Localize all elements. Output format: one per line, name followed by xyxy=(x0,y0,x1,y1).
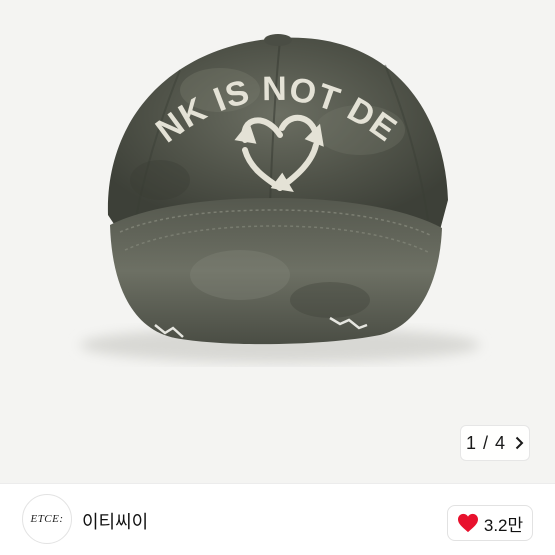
cap-photo: PUNK IS NOT DEAD xyxy=(0,0,480,363)
like-count: 3.2만 xyxy=(483,515,524,535)
image-pager[interactable]: 1 / 4 xyxy=(460,425,530,461)
seller-name[interactable]: 이티씨이 xyxy=(82,508,148,534)
heart-icon xyxy=(457,513,479,533)
seller-avatar[interactable]: ETCE: xyxy=(22,494,72,544)
like-button[interactable]: 3.2만 xyxy=(447,505,533,541)
pager-current: 1 xyxy=(465,432,476,453)
pager-separator: / xyxy=(482,432,488,453)
product-image[interactable]: PUNK IS NOT DEAD 1 / 4 xyxy=(0,0,555,483)
pager-total: 4 xyxy=(495,432,506,453)
chevron-right-icon[interactable] xyxy=(515,436,524,450)
avatar-text: ETCE: xyxy=(30,513,64,525)
